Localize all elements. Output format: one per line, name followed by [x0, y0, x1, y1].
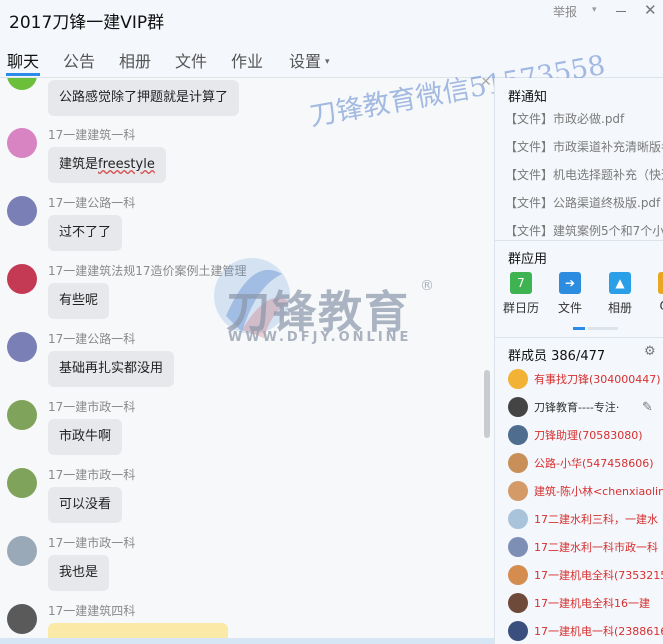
member-name: 公路-小华(547458606) [534, 457, 654, 470]
tab-settings[interactable]: 设置 ▾ [289, 48, 330, 72]
avatar [508, 481, 528, 501]
apps-page-indicator-rest[interactable] [588, 327, 618, 330]
message-bubble[interactable]: 市政牛啊 [48, 419, 123, 455]
notice-title: 群通知 [508, 90, 548, 105]
member-name: 17一建机电全科(7353215 [534, 569, 663, 582]
close-icon[interactable]: ✕ [644, 1, 657, 19]
member-settings-icon[interactable]: ⚙ [644, 344, 656, 359]
notice-item[interactable]: 【文件】建筑案例5个和7个小问 [505, 222, 663, 239]
tab-settings-label: 设置 [289, 52, 322, 71]
divider [495, 240, 663, 241]
notice-item[interactable]: 【文件】机电选择题补充（快速 [505, 166, 663, 183]
avatar[interactable] [7, 536, 37, 566]
avatar[interactable] [7, 196, 37, 226]
message-bubble[interactable]: 可以没看 [48, 487, 123, 523]
tab-album[interactable]: 相册 [119, 48, 151, 72]
avatar [508, 509, 528, 529]
title-bar: 2017刀锋一建VIP群 举报 ▾ ✕ [0, 0, 663, 40]
message-bubble[interactable]: 过不了了 [48, 215, 123, 251]
members-title: 群成员 386/477 [508, 349, 606, 364]
app-label: 相册 [607, 301, 632, 315]
member-name: 有事找刀锋(304000447) [534, 373, 661, 386]
sender-name[interactable]: 17一建建筑法规17造价案例土建管理 [48, 262, 247, 279]
input-area-edge[interactable] [0, 638, 494, 644]
avatar [508, 425, 528, 445]
member-name: 17一建机电一科(23886160 [534, 625, 663, 638]
chevron-down-icon[interactable]: ▾ [592, 5, 597, 15]
app-label: 群日历 [502, 301, 539, 315]
avatar [508, 397, 528, 417]
avatar [508, 593, 528, 613]
apps-title: 群应用 [508, 252, 548, 267]
sender-name[interactable]: 17一建公路一科 [48, 330, 135, 347]
spellcheck-word: freestyle [98, 157, 155, 172]
watermark-registered: ® [420, 278, 434, 294]
chat-panel[interactable]: ✕ 公路感觉除了押题就是计算了 17一建建筑一科 建筑是freestyle 17… [0, 78, 494, 644]
avatar [508, 621, 528, 641]
app-label: 文件 [557, 301, 582, 315]
chat-scrollbar[interactable] [484, 370, 490, 438]
tab-homework[interactable]: 作业 [231, 48, 263, 72]
report-button[interactable]: 举报 [553, 3, 577, 20]
notice-item[interactable]: 【文件】市政渠道补充清晰版考 [505, 138, 663, 155]
avatar[interactable] [7, 128, 37, 158]
sender-name[interactable]: 17一建公路一科 [48, 194, 135, 211]
avatar[interactable] [7, 332, 37, 362]
avatar [508, 565, 528, 585]
watermark-url: WWW.DFJY.ONLINE [228, 330, 412, 345]
app-album[interactable]: ▲ 相册 [595, 272, 645, 316]
notice-item[interactable]: 【文件】市政必做.pdf [505, 110, 624, 127]
member-name: 17二建水利一科市政一科 [534, 541, 658, 554]
calendar-icon: 7 [510, 272, 532, 294]
divider [495, 337, 663, 338]
tab-files[interactable]: 文件 [175, 48, 207, 72]
member-name: 17二建水利三科，一建水 [534, 513, 658, 526]
avatar [508, 453, 528, 473]
avatar[interactable] [7, 400, 37, 430]
active-tab-indicator [6, 73, 40, 76]
avatar [508, 369, 528, 389]
message-bubble[interactable]: 公路感觉除了押题就是计算了 [48, 80, 240, 116]
chevron-down-icon: ▾ [325, 57, 330, 67]
tab-announcement[interactable]: 公告 [63, 48, 95, 72]
sender-name[interactable]: 17一建市政一科 [48, 466, 135, 483]
message-bubble[interactable]: 建筑是freestyle [48, 147, 166, 183]
app-calendar[interactable]: 7 群日历 [496, 272, 546, 316]
message-bubble[interactable]: 有些呢 [48, 283, 110, 319]
minimize-icon[interactable] [616, 11, 626, 12]
message-bubble[interactable]: 基础再扎实都没用 [48, 351, 175, 387]
sender-name[interactable]: 17一建市政一科 [48, 534, 135, 551]
member-name: 建筑-陈小林<chenxiaolin8 [534, 485, 663, 498]
avatar[interactable] [7, 604, 37, 634]
message-text: 建筑是 [59, 157, 99, 172]
avatar [508, 537, 528, 557]
edit-icon[interactable]: ✎ [642, 400, 653, 415]
photo-icon: ▲ [609, 272, 631, 294]
sender-name[interactable]: 17一建建筑四科 [48, 602, 135, 619]
sender-name[interactable]: 17一建市政一科 [48, 398, 135, 415]
sender-name[interactable]: 17一建建筑一科 [48, 126, 135, 143]
app-label: QQ [644, 299, 663, 313]
file-icon: ➔ [559, 272, 581, 294]
avatar[interactable] [7, 468, 37, 498]
window-title: 2017刀锋一建VIP群 [9, 13, 165, 33]
app-files[interactable]: ➔ 文件 [545, 272, 595, 316]
tab-chat[interactable]: 聊天 [7, 48, 39, 72]
apps-page-indicator[interactable] [573, 327, 585, 330]
member-name: 17一建机电全科16一建 [534, 597, 650, 610]
avatar[interactable] [7, 264, 37, 294]
group-sidebar: 群通知 【文件】市政必做.pdf 【文件】市政渠道补充清晰版考 【文件】机电选择… [494, 78, 663, 644]
member-name: 刀锋助理(70583080) [534, 429, 643, 442]
qq-icon: Q [658, 272, 663, 294]
avatar[interactable] [7, 78, 37, 90]
app-qq[interactable]: Q QQ [644, 272, 663, 313]
notice-item[interactable]: 【文件】公路渠道终极版.pdf [505, 194, 660, 211]
message-bubble[interactable]: 我也是 [48, 555, 110, 591]
member-name: 刀锋教育----专注· [534, 401, 620, 414]
